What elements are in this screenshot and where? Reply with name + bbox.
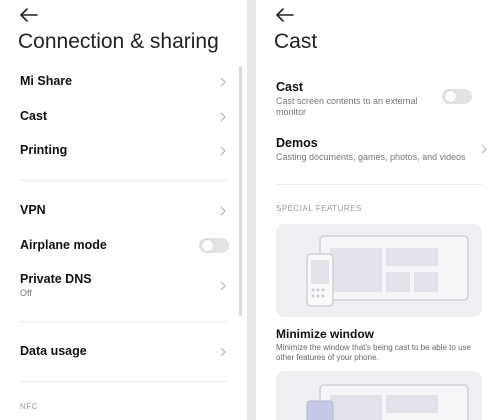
scrollbar[interactable] <box>239 66 242 316</box>
chevron-right-icon <box>220 77 226 87</box>
cast-setting-description: Cast screen contents to an external moni… <box>276 96 418 117</box>
minimize-window-illustration <box>276 224 482 317</box>
data-usage-label: Data usage <box>20 344 87 358</box>
private-dns-item[interactable]: Private DNS Off <box>20 272 229 299</box>
printing-item[interactable]: Printing <box>20 143 229 157</box>
demos-item[interactable]: Demos Casting documents, games, photos, … <box>276 136 487 163</box>
airplane-mode-toggle[interactable] <box>199 238 229 253</box>
airplane-mode-label: Airplane mode <box>20 238 107 252</box>
connection-sharing-panel: Connection & sharing Mi Share Cast Print… <box>0 0 247 420</box>
data-usage-item[interactable]: Data usage <box>20 344 229 358</box>
mi-share-label: Mi Share <box>20 74 73 88</box>
section-header-nfc: NFC <box>20 402 38 411</box>
toggle-knob <box>202 240 213 251</box>
page-title: Connection & sharing <box>18 30 219 53</box>
monitor-phone-illustration <box>306 235 469 307</box>
chevron-right-icon <box>220 146 226 156</box>
divider <box>20 321 227 322</box>
back-arrow-icon[interactable] <box>274 6 296 24</box>
cast-label: Cast <box>20 109 48 123</box>
private-dns-label: Private DNS <box>20 272 92 286</box>
divider <box>276 184 482 185</box>
divider <box>20 381 227 382</box>
monitor-illustration <box>306 384 469 420</box>
minimize-window-title: Minimize window <box>276 327 374 341</box>
page-title: Cast <box>274 30 318 53</box>
back-arrow-icon[interactable] <box>18 6 40 24</box>
vpn-item[interactable]: VPN <box>20 203 229 217</box>
chevron-right-icon <box>481 144 487 154</box>
minimize-window-description: Minimize the window that's being cast to… <box>276 343 471 362</box>
cast-item[interactable]: Cast <box>20 109 229 123</box>
demos-label: Demos <box>276 136 318 150</box>
divider <box>20 180 227 181</box>
airplane-mode-item: Airplane mode <box>20 238 229 253</box>
cast-toggle[interactable] <box>442 89 472 104</box>
cast-panel: Cast Cast Cast screen contents to an ext… <box>256 0 500 420</box>
demos-description: Casting documents, games, photos, and vi… <box>276 152 466 162</box>
chevron-right-icon <box>220 281 226 291</box>
second-feature-illustration <box>276 371 482 420</box>
chevron-right-icon <box>220 347 226 357</box>
section-header-special-features: SPECIAL FEATURES <box>276 204 362 213</box>
vpn-label: VPN <box>20 203 46 217</box>
toggle-knob <box>445 91 456 102</box>
chevron-right-icon <box>220 206 226 216</box>
private-dns-value: Off <box>20 288 32 298</box>
cast-setting-item: Cast Cast screen contents to an external… <box>276 80 482 118</box>
printing-label: Printing <box>20 143 68 157</box>
chevron-right-icon <box>220 112 226 122</box>
mi-share-item[interactable]: Mi Share <box>20 74 229 88</box>
